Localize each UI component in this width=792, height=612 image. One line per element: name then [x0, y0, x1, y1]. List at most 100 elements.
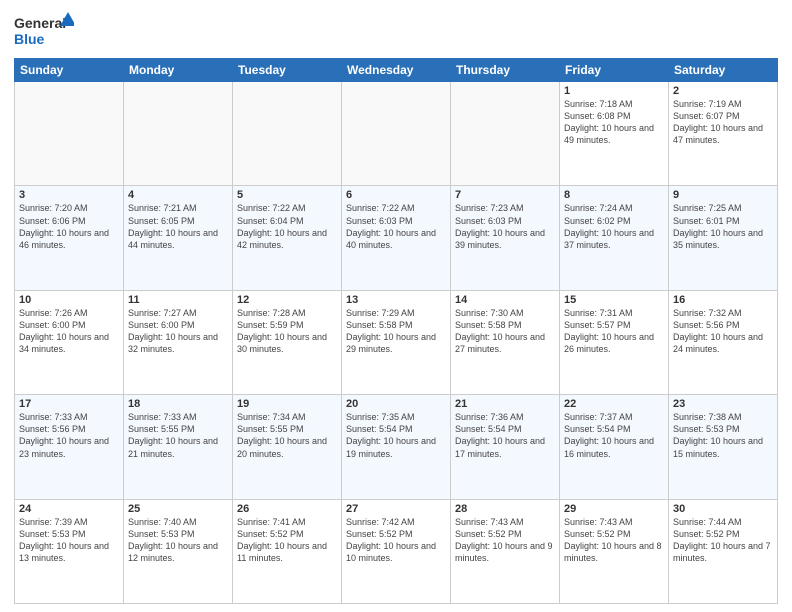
calendar-cell: 18Sunrise: 7:33 AM Sunset: 5:55 PM Dayli…	[124, 395, 233, 499]
day-number: 30	[673, 503, 773, 515]
day-info: Sunrise: 7:34 AM Sunset: 5:55 PM Dayligh…	[237, 411, 337, 460]
day-info: Sunrise: 7:43 AM Sunset: 5:52 PM Dayligh…	[455, 516, 555, 565]
day-number: 6	[346, 189, 446, 201]
calendar-cell: 29Sunrise: 7:43 AM Sunset: 5:52 PM Dayli…	[560, 499, 669, 603]
calendar-cell: 8Sunrise: 7:24 AM Sunset: 6:02 PM Daylig…	[560, 186, 669, 290]
calendar-week-row: 1Sunrise: 7:18 AM Sunset: 6:08 PM Daylig…	[15, 82, 778, 186]
calendar-cell: 13Sunrise: 7:29 AM Sunset: 5:58 PM Dayli…	[342, 290, 451, 394]
day-number: 25	[128, 503, 228, 515]
day-number: 29	[564, 503, 664, 515]
day-info: Sunrise: 7:30 AM Sunset: 5:58 PM Dayligh…	[455, 307, 555, 356]
calendar-cell: 30Sunrise: 7:44 AM Sunset: 5:52 PM Dayli…	[669, 499, 778, 603]
day-info: Sunrise: 7:35 AM Sunset: 5:54 PM Dayligh…	[346, 411, 446, 460]
calendar-cell: 17Sunrise: 7:33 AM Sunset: 5:56 PM Dayli…	[15, 395, 124, 499]
day-info: Sunrise: 7:40 AM Sunset: 5:53 PM Dayligh…	[128, 516, 228, 565]
day-number: 5	[237, 189, 337, 201]
calendar-cell: 22Sunrise: 7:37 AM Sunset: 5:54 PM Dayli…	[560, 395, 669, 499]
calendar-cell: 5Sunrise: 7:22 AM Sunset: 6:04 PM Daylig…	[233, 186, 342, 290]
calendar-cell: 16Sunrise: 7:32 AM Sunset: 5:56 PM Dayli…	[669, 290, 778, 394]
day-info: Sunrise: 7:18 AM Sunset: 6:08 PM Dayligh…	[564, 98, 664, 147]
day-number: 8	[564, 189, 664, 201]
calendar-cell: 27Sunrise: 7:42 AM Sunset: 5:52 PM Dayli…	[342, 499, 451, 603]
day-number: 1	[564, 85, 664, 97]
day-number: 19	[237, 398, 337, 410]
calendar-day-header: Friday	[560, 59, 669, 82]
calendar-day-header: Wednesday	[342, 59, 451, 82]
calendar-cell	[233, 82, 342, 186]
calendar-week-row: 10Sunrise: 7:26 AM Sunset: 6:00 PM Dayli…	[15, 290, 778, 394]
calendar-day-header: Monday	[124, 59, 233, 82]
day-info: Sunrise: 7:38 AM Sunset: 5:53 PM Dayligh…	[673, 411, 773, 460]
calendar-cell: 6Sunrise: 7:22 AM Sunset: 6:03 PM Daylig…	[342, 186, 451, 290]
day-info: Sunrise: 7:20 AM Sunset: 6:06 PM Dayligh…	[19, 202, 119, 251]
calendar-week-row: 3Sunrise: 7:20 AM Sunset: 6:06 PM Daylig…	[15, 186, 778, 290]
page: General Blue SundayMondayTuesdayWednesda…	[0, 0, 792, 612]
calendar-header-row: SundayMondayTuesdayWednesdayThursdayFrid…	[15, 59, 778, 82]
calendar-cell: 12Sunrise: 7:28 AM Sunset: 5:59 PM Dayli…	[233, 290, 342, 394]
day-info: Sunrise: 7:24 AM Sunset: 6:02 PM Dayligh…	[564, 202, 664, 251]
calendar-cell: 26Sunrise: 7:41 AM Sunset: 5:52 PM Dayli…	[233, 499, 342, 603]
day-info: Sunrise: 7:23 AM Sunset: 6:03 PM Dayligh…	[455, 202, 555, 251]
calendar-day-header: Sunday	[15, 59, 124, 82]
day-number: 2	[673, 85, 773, 97]
day-info: Sunrise: 7:33 AM Sunset: 5:56 PM Dayligh…	[19, 411, 119, 460]
calendar-cell: 25Sunrise: 7:40 AM Sunset: 5:53 PM Dayli…	[124, 499, 233, 603]
day-number: 21	[455, 398, 555, 410]
day-number: 16	[673, 294, 773, 306]
calendar-cell: 28Sunrise: 7:43 AM Sunset: 5:52 PM Dayli…	[451, 499, 560, 603]
day-info: Sunrise: 7:39 AM Sunset: 5:53 PM Dayligh…	[19, 516, 119, 565]
day-number: 3	[19, 189, 119, 201]
day-info: Sunrise: 7:22 AM Sunset: 6:04 PM Dayligh…	[237, 202, 337, 251]
day-number: 18	[128, 398, 228, 410]
day-number: 4	[128, 189, 228, 201]
day-info: Sunrise: 7:32 AM Sunset: 5:56 PM Dayligh…	[673, 307, 773, 356]
day-info: Sunrise: 7:43 AM Sunset: 5:52 PM Dayligh…	[564, 516, 664, 565]
calendar-cell	[451, 82, 560, 186]
calendar-week-row: 17Sunrise: 7:33 AM Sunset: 5:56 PM Dayli…	[15, 395, 778, 499]
day-info: Sunrise: 7:21 AM Sunset: 6:05 PM Dayligh…	[128, 202, 228, 251]
calendar-cell: 15Sunrise: 7:31 AM Sunset: 5:57 PM Dayli…	[560, 290, 669, 394]
calendar-cell: 1Sunrise: 7:18 AM Sunset: 6:08 PM Daylig…	[560, 82, 669, 186]
day-info: Sunrise: 7:25 AM Sunset: 6:01 PM Dayligh…	[673, 202, 773, 251]
calendar-cell	[15, 82, 124, 186]
calendar-cell: 14Sunrise: 7:30 AM Sunset: 5:58 PM Dayli…	[451, 290, 560, 394]
day-number: 10	[19, 294, 119, 306]
day-number: 9	[673, 189, 773, 201]
calendar-cell: 4Sunrise: 7:21 AM Sunset: 6:05 PM Daylig…	[124, 186, 233, 290]
day-number: 15	[564, 294, 664, 306]
day-number: 17	[19, 398, 119, 410]
calendar-cell	[124, 82, 233, 186]
day-number: 28	[455, 503, 555, 515]
calendar-cell: 9Sunrise: 7:25 AM Sunset: 6:01 PM Daylig…	[669, 186, 778, 290]
calendar-cell: 3Sunrise: 7:20 AM Sunset: 6:06 PM Daylig…	[15, 186, 124, 290]
day-number: 24	[19, 503, 119, 515]
svg-text:General: General	[14, 15, 66, 31]
day-number: 22	[564, 398, 664, 410]
day-number: 11	[128, 294, 228, 306]
day-number: 27	[346, 503, 446, 515]
calendar-day-header: Saturday	[669, 59, 778, 82]
calendar-cell: 23Sunrise: 7:38 AM Sunset: 5:53 PM Dayli…	[669, 395, 778, 499]
calendar-cell: 21Sunrise: 7:36 AM Sunset: 5:54 PM Dayli…	[451, 395, 560, 499]
day-info: Sunrise: 7:42 AM Sunset: 5:52 PM Dayligh…	[346, 516, 446, 565]
day-info: Sunrise: 7:29 AM Sunset: 5:58 PM Dayligh…	[346, 307, 446, 356]
calendar-cell: 2Sunrise: 7:19 AM Sunset: 6:07 PM Daylig…	[669, 82, 778, 186]
calendar-table: SundayMondayTuesdayWednesdayThursdayFrid…	[14, 58, 778, 604]
calendar-week-row: 24Sunrise: 7:39 AM Sunset: 5:53 PM Dayli…	[15, 499, 778, 603]
day-number: 26	[237, 503, 337, 515]
day-info: Sunrise: 7:33 AM Sunset: 5:55 PM Dayligh…	[128, 411, 228, 460]
day-info: Sunrise: 7:27 AM Sunset: 6:00 PM Dayligh…	[128, 307, 228, 356]
day-info: Sunrise: 7:26 AM Sunset: 6:00 PM Dayligh…	[19, 307, 119, 356]
day-info: Sunrise: 7:37 AM Sunset: 5:54 PM Dayligh…	[564, 411, 664, 460]
header: General Blue	[14, 10, 778, 52]
calendar-day-header: Tuesday	[233, 59, 342, 82]
day-number: 13	[346, 294, 446, 306]
day-number: 7	[455, 189, 555, 201]
calendar-day-header: Thursday	[451, 59, 560, 82]
calendar-cell: 24Sunrise: 7:39 AM Sunset: 5:53 PM Dayli…	[15, 499, 124, 603]
day-info: Sunrise: 7:28 AM Sunset: 5:59 PM Dayligh…	[237, 307, 337, 356]
calendar-cell: 19Sunrise: 7:34 AM Sunset: 5:55 PM Dayli…	[233, 395, 342, 499]
day-number: 12	[237, 294, 337, 306]
calendar-cell: 20Sunrise: 7:35 AM Sunset: 5:54 PM Dayli…	[342, 395, 451, 499]
calendar-cell: 11Sunrise: 7:27 AM Sunset: 6:00 PM Dayli…	[124, 290, 233, 394]
